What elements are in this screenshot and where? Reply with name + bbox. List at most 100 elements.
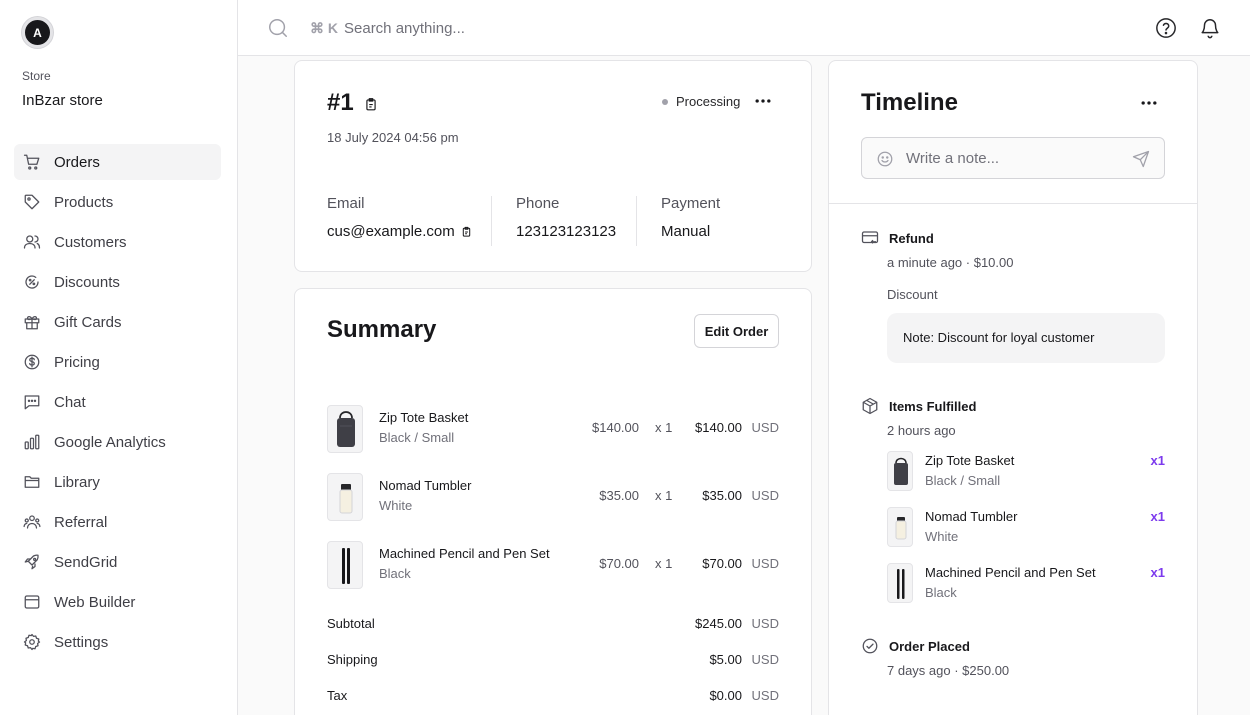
product-name: Zip Tote Basket [925, 453, 1015, 468]
tax-value: $0.00 [709, 688, 742, 703]
fulfilled-qty: x1 [1150, 509, 1165, 524]
divider [491, 196, 492, 246]
unit-price: $140.00 [592, 420, 639, 435]
sidebar-item-settings[interactable]: Settings [14, 624, 221, 660]
send-icon[interactable] [1132, 150, 1150, 168]
customer-email: cus@example.com [327, 223, 455, 240]
tax-label: Tax [327, 688, 348, 703]
sidebar-item-label: Settings [54, 633, 109, 651]
order-date: 18 July 2024 04:56 pm [327, 130, 459, 145]
currency: USD [751, 488, 779, 503]
gear-icon [23, 633, 41, 651]
sidebar-item-gift-cards[interactable]: Gift Cards [14, 304, 221, 340]
sidebar-item-products[interactable]: Products [14, 184, 221, 220]
currency: USD [751, 652, 779, 667]
package-icon [861, 397, 879, 415]
line-item[interactable]: Nomad Tumbler White $35.00 x 1 $35.00 US… [327, 473, 779, 521]
unit-price: $70.00 [599, 556, 639, 571]
timeline-title: Timeline [861, 89, 958, 116]
sidebar-item-google-analytics[interactable]: Google Analytics [14, 424, 221, 460]
note-input[interactable] [906, 148, 1126, 168]
payment-method: Manual [661, 223, 711, 240]
more-options-icon[interactable] [753, 91, 773, 111]
subtotal-row: Subtotal $245.00 USD [327, 616, 779, 636]
event-meta: 7 days ago · $250.00 [887, 663, 1010, 678]
product-thumbnail [327, 473, 363, 521]
shipping-row: Shipping $5.00 USD [327, 652, 779, 672]
quantity: x 1 [655, 420, 673, 435]
fulfilled-qty: x1 [1150, 565, 1165, 580]
event-meta: a minute ago · $10.00 [887, 255, 1014, 270]
unit-price: $35.00 [599, 488, 639, 503]
email-label: Email [327, 195, 365, 212]
store-avatar[interactable]: A [22, 17, 53, 48]
edit-order-button[interactable]: Edit Order [694, 314, 779, 348]
product-variant: Black / Small [925, 473, 1001, 488]
sidebar-item-label: Orders [54, 153, 100, 171]
refund-icon [861, 229, 879, 247]
sidebar-item-label: Library [54, 473, 100, 491]
summary-title: Summary [327, 316, 437, 343]
sidebar-item-label: Referral [54, 513, 108, 531]
fulfilled-item: Zip Tote Basket Black / Small x1 [887, 451, 1165, 491]
product-variant: White [379, 498, 413, 513]
sidebar-item-discounts[interactable]: Discounts [14, 264, 221, 300]
sidebar-item-sendgrid[interactable]: SendGrid [14, 544, 221, 580]
product-thumbnail [887, 507, 913, 547]
event-title: Order Placed [889, 639, 970, 654]
dollar-circle-icon [23, 353, 41, 371]
sidebar-item-label: Google Analytics [54, 433, 166, 451]
refund-reason: Discount [887, 287, 938, 302]
refund-note: Note: Discount for loyal customer [887, 313, 1165, 363]
email-section: Email cus@example.com [327, 195, 472, 247]
fulfilled-qty: x1 [1150, 453, 1165, 468]
sidebar-item-chat[interactable]: Chat [14, 384, 221, 420]
divider [829, 203, 1197, 204]
sidebar-item-customers[interactable]: Customers [14, 224, 221, 260]
rocket-icon [23, 553, 41, 571]
sidebar-item-label: Customers [54, 233, 127, 251]
phone-label: Phone [516, 195, 560, 212]
product-variant: White [925, 529, 959, 544]
product-name: Nomad Tumbler [925, 509, 1018, 524]
sidebar-item-orders[interactable]: Orders [14, 144, 221, 180]
subtotal-value: $245.00 [695, 616, 742, 631]
currency: USD [751, 616, 779, 631]
sidebar-item-pricing[interactable]: Pricing [14, 344, 221, 380]
bell-icon[interactable] [1199, 17, 1221, 39]
product-name: Machined Pencil and Pen Set [925, 565, 1096, 580]
sidebar-item-referral[interactable]: Referral [14, 504, 221, 540]
line-item[interactable]: Zip Tote Basket Black / Small $140.00 x … [327, 405, 779, 453]
sidebar-item-label: Discounts [54, 273, 120, 291]
sidebar-item-label: SendGrid [54, 553, 118, 571]
order-status-badge: Processing [662, 94, 740, 109]
sidebar-item-web-builder[interactable]: Web Builder [14, 584, 221, 620]
sidebar-item-label: Web Builder [54, 593, 136, 611]
currency: USD [751, 556, 779, 571]
timeline-more-icon[interactable] [1139, 93, 1159, 113]
search-input[interactable] [344, 16, 844, 40]
product-variant: Black [379, 566, 411, 581]
phone-section: Phone 123123123123 [516, 195, 616, 247]
sidebar-item-label: Chat [54, 393, 86, 411]
copy-icon[interactable] [364, 97, 378, 111]
sidebar-item-library[interactable]: Library [14, 464, 221, 500]
shipping-label: Shipping [327, 652, 378, 667]
order-id: #1 [327, 89, 354, 116]
product-variant: Black / Small [379, 430, 455, 445]
quantity: x 1 [655, 488, 673, 503]
product-thumbnail [887, 451, 913, 491]
emoji-icon[interactable] [876, 150, 894, 168]
timeline-card: Timeline Refund a minute ago · $10.00 Di… [828, 60, 1198, 715]
help-icon[interactable] [1155, 17, 1177, 39]
product-variant: Black [925, 585, 957, 600]
order-details-card: #1 18 July 2024 04:56 pm Processing Emai… [294, 60, 812, 272]
store-name[interactable]: InBzar store [22, 92, 103, 109]
tax-row: Tax $0.00 USD [327, 688, 779, 708]
copy-email-icon[interactable] [461, 226, 472, 237]
line-item[interactable]: Machined Pencil and Pen Set Black $70.00… [327, 541, 779, 589]
event-title: Refund [889, 231, 934, 246]
event-title: Items Fulfilled [889, 399, 977, 414]
payment-section: Payment Manual [661, 195, 720, 247]
store-label: Store [22, 69, 51, 83]
